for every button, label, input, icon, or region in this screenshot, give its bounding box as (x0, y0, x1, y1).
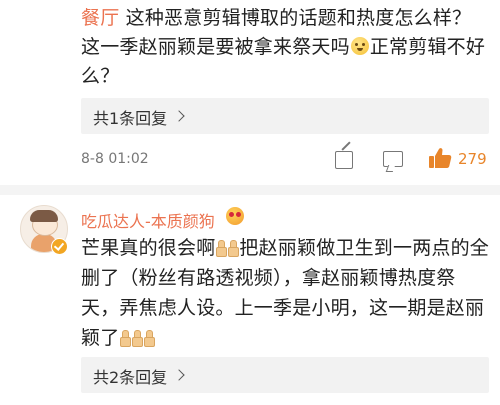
chevron-right-icon (173, 110, 185, 122)
replies-button[interactable]: 共2条回复 (81, 357, 489, 393)
comment-text-line1: 这种恶意剪辑博取的话题和热度怎么样？ (119, 7, 472, 29)
replies-label: 共1条回复 (93, 109, 168, 128)
comment-text-line3: 么？ (81, 65, 120, 87)
comment-text: 芒果真的很会啊 把赵丽颖做卫生到一两点的全删了（粉丝有路透视频），拿赵丽颖博热度祭… (81, 233, 493, 353)
awkward-face-icon (350, 37, 369, 55)
like-count: 279 (458, 150, 487, 168)
comment-time: 8-8 01:02 (81, 151, 149, 167)
comment-text-part1: 芒果真的很会啊 (81, 237, 216, 259)
thumbs-up-emoji-icon (228, 240, 240, 257)
comment-text-line2-end: 正常剪辑不好 (369, 36, 486, 58)
comment-username[interactable]: 吃瓜达人-本质颜狗 (81, 208, 215, 232)
verified-badge-icon (51, 238, 68, 255)
comment-divider (0, 185, 500, 195)
thumbs-up-emoji-icon (216, 240, 228, 257)
thumbs-up-emoji-icon (144, 330, 156, 347)
mention-link[interactable]: 餐厅 (81, 7, 119, 29)
thumbs-up-emoji-icon (120, 330, 132, 347)
chevron-right-icon (173, 369, 185, 381)
weibo-comment-page: 餐厅 这种恶意剪辑博取的话题和热度怎么样？ 这一季赵丽颖是要被拿来祭天吗 正常剪辑… (0, 0, 500, 405)
replies-button[interactable]: 共1条回复 (81, 98, 489, 134)
comment-text: 餐厅 这种恶意剪辑博取的话题和热度怎么样？ 这一季赵丽颖是要被拿来祭天吗 正常剪辑… (81, 4, 496, 91)
share-icon[interactable] (335, 151, 353, 169)
fan-badge-icon (226, 207, 244, 225)
comment-icon[interactable] (383, 151, 403, 167)
thumbs-up-emoji-icon (132, 330, 144, 347)
replies-label: 共2条回复 (93, 368, 168, 387)
like-icon[interactable] (428, 147, 452, 169)
comment-item: 餐厅 这种恶意剪辑博取的话题和热度怎么样？ 这一季赵丽颖是要被拿来祭天吗 正常剪辑… (0, 0, 500, 185)
comment-text-line2: 这一季赵丽颖是要被拿来祭天吗 (81, 36, 350, 58)
